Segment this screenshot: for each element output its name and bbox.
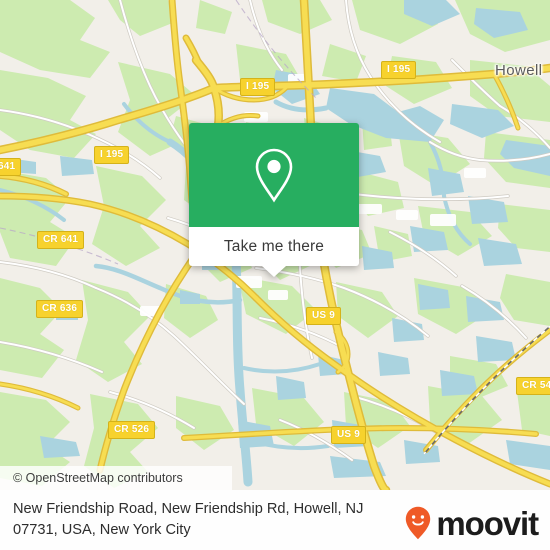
address-block: New Friendship Road, New Friendship Rd, … [0,499,413,541]
address-line-2: 07731, USA, New York City [13,522,191,538]
moovit-smiley-pin-icon [406,506,431,540]
osm-attribution-text: © OpenStreetMap contributors [13,471,183,485]
footer-bar: New Friendship Road, New Friendship Rd, … [0,490,550,550]
moovit-logo[interactable]: moovit [405,504,539,542]
road-shield-cr641[interactable]: CR 641 [37,231,85,249]
road-shield-cr636[interactable]: CR 636 [36,300,84,318]
moovit-wordmark: moovit [436,504,539,542]
road-shield-us9-a[interactable]: US 9 [306,307,342,325]
city-label-howell: Howell [495,62,543,79]
map-pin-icon [255,148,293,203]
road-shield-i195-b[interactable]: I 195 [381,61,417,79]
road-shield-cr54-clipped[interactable]: CR 54 [516,377,550,395]
road-shield-i195-c[interactable]: I 195 [94,146,130,164]
map-screenshot: Howell I 195 I 195 I 195 641 CR 641 CR 6… [0,0,550,550]
road-shield-us9-b[interactable]: US 9 [331,426,367,444]
road-shield-641-clipped[interactable]: 641 [0,158,22,176]
popup-footer[interactable]: Take me there [189,227,359,266]
popup-header [189,123,359,227]
location-popup-card[interactable]: Take me there [189,123,359,277]
take-me-there-label: Take me there [223,237,325,255]
osm-attribution[interactable]: © OpenStreetMap contributors [0,466,232,490]
address-line-1: New Friendship Road, New Friendship Rd, … [13,501,364,517]
popup-tail [262,266,286,277]
road-shield-cr526[interactable]: CR 526 [108,421,156,439]
road-shield-i195-a[interactable]: I 195 [240,78,276,96]
